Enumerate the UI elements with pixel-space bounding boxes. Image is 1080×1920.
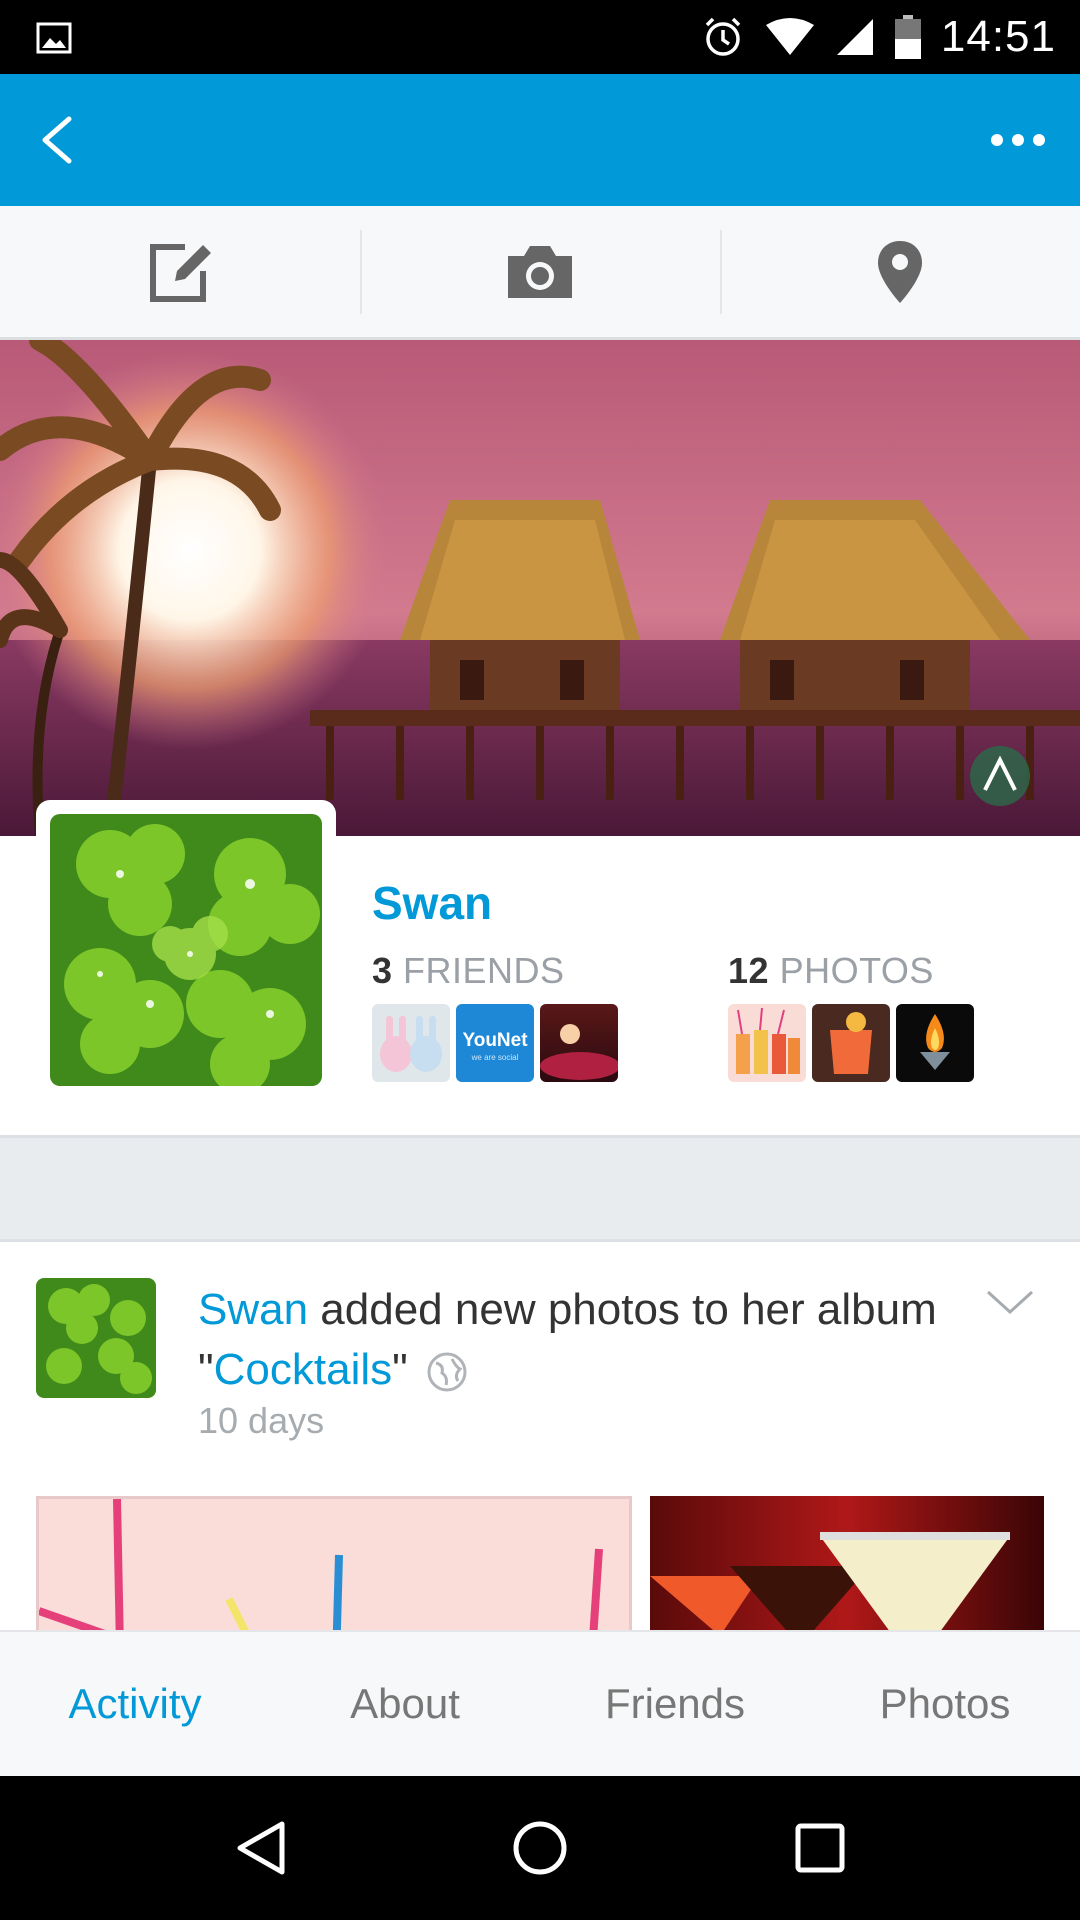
more-dots-icon [991,134,1003,146]
location-pin-icon [878,240,922,303]
nav-recents-button[interactable] [775,1803,865,1893]
feed-timestamp: 10 days [198,1400,325,1441]
post-status-button[interactable] [0,206,360,337]
more-options-button[interactable] [978,112,1058,168]
svg-text:YouNet: YouNet [462,1030,528,1051]
activity-feed-item: Swan added new photos to her album "Cock… [0,1242,1080,1630]
camera-icon [508,245,572,298]
tab-about[interactable]: About [270,1632,540,1776]
feed-photo-1[interactable] [36,1496,632,1630]
photo-thumb-3[interactable] [896,1004,974,1082]
battery-icon [894,15,921,59]
photos-thumbnails [728,1004,974,1082]
friend-thumb-bunnies[interactable] [372,1004,450,1082]
system-nav-bar [0,1776,1080,1920]
action-row [0,206,1080,340]
section-separator [0,1138,1080,1242]
friend-thumb-sunset[interactable] [540,1004,618,1082]
feed-options-button[interactable] [980,1282,1040,1322]
photos-stat[interactable]: 12 PHOTOS [728,950,934,992]
check-in-button[interactable] [720,206,1080,337]
feed-text: Swan added new photos to her album "Cock… [198,1285,937,1394]
friend-thumb-younet[interactable]: YouNet we are social [456,1004,534,1082]
chevron-down-icon [986,1290,1034,1315]
feed-avatar[interactable] [36,1278,156,1398]
wifi-icon [765,18,814,55]
alarm-icon [705,17,741,56]
home-circle-icon [513,1821,567,1875]
tab-photos[interactable]: Photos [810,1632,1080,1776]
nav-home-button[interactable] [495,1803,585,1893]
app-bar [0,74,1080,206]
cover-photo[interactable] [0,340,1080,836]
photos-count: 12 [728,950,770,991]
photo-thumb-2[interactable] [812,1004,890,1082]
status-bar: 14:51 [0,0,1080,74]
profile-tabs: Activity About Friends Photos [0,1630,1080,1776]
back-button[interactable] [28,112,84,168]
add-photo-button[interactable] [360,206,720,337]
profile-header: Swan 3 FRIENDS 12 PHOTOS YouNet we are s… [0,800,1080,1138]
feed-photo-2[interactable] [650,1496,1044,1630]
photo-thumb-1[interactable] [728,1004,806,1082]
feed-actor-link[interactable]: Swan [198,1285,308,1334]
tab-activity[interactable]: Activity [0,1632,270,1776]
svg-text:we are social: we are social [471,1053,519,1062]
profile-avatar[interactable] [36,800,336,1100]
back-triangle-icon [237,1821,285,1875]
friends-thumbnails: YouNet we are social [372,1004,618,1082]
clover-image [50,814,322,1086]
feed-action: added new photos to her album [308,1285,937,1334]
image-icon [36,22,72,54]
edit-status-icon [150,243,211,302]
back-arrow-icon [42,116,72,164]
recents-square-icon [795,1823,845,1873]
friends-label: FRIENDS [403,950,565,991]
nav-back-button[interactable] [215,1803,305,1893]
cover-image [0,340,1080,836]
clock: 14:51 [940,12,1056,61]
photos-label: PHOTOS [779,950,934,991]
tab-friends[interactable]: Friends [540,1632,810,1776]
friends-stat[interactable]: 3 FRIENDS [372,950,565,992]
profile-name[interactable]: Swan [372,876,492,930]
globe-privacy-icon [427,1352,467,1392]
signal-icon [836,19,873,55]
friends-count: 3 [372,950,393,991]
album-link[interactable]: Cocktails [214,1345,393,1394]
